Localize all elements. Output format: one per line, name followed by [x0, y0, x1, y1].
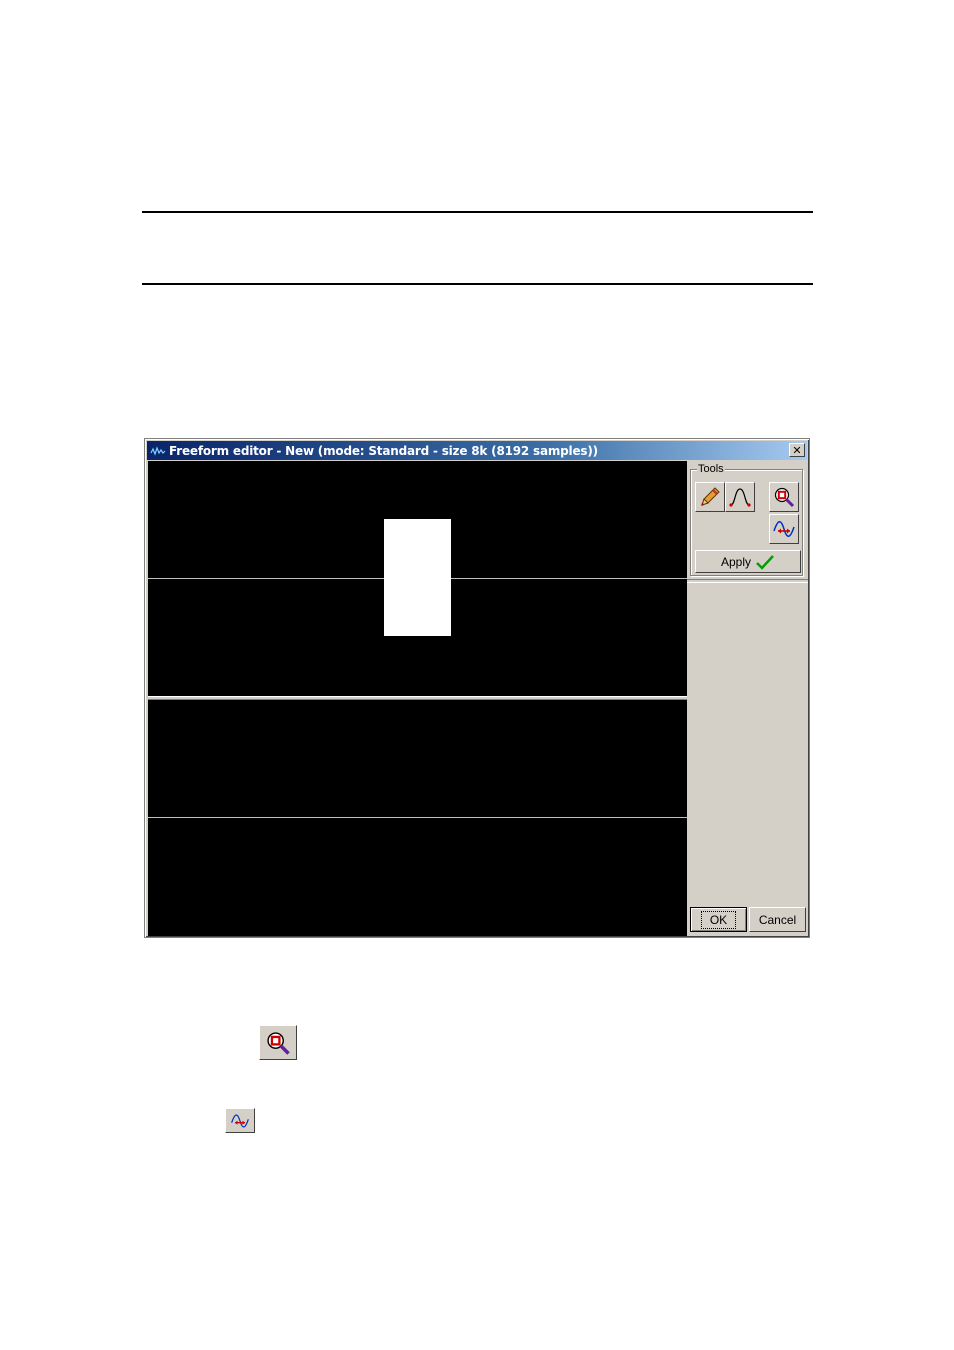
- cancel-button[interactable]: Cancel: [749, 907, 806, 932]
- zoom-icon: [774, 487, 795, 508]
- wave-shift-tool-button[interactable]: [769, 514, 799, 544]
- zoom-icon: [267, 1031, 290, 1055]
- wave-shift-icon: [773, 521, 795, 537]
- zoom-tool-button[interactable]: [769, 482, 799, 512]
- ok-label: OK: [700, 910, 737, 929]
- curve-tool-button[interactable]: [725, 482, 755, 512]
- tools-sidebar: Tools Apply OK Cancel: [687, 461, 808, 936]
- top-rule: [142, 211, 813, 213]
- apply-button[interactable]: Apply: [695, 550, 801, 573]
- cancel-label: Cancel: [758, 912, 797, 927]
- wave-shift-tool-illustration: [225, 1108, 255, 1133]
- pencil-tool-button[interactable]: [695, 482, 725, 512]
- waveform-pulse: [384, 519, 451, 636]
- sidebar-divider: [687, 579, 808, 583]
- freeform-editor-window: Freeform editor - New (mode: Standard - …: [144, 438, 810, 938]
- pencil-icon: [701, 487, 720, 506]
- bottom-rule: [142, 283, 813, 285]
- ok-button[interactable]: OK: [690, 907, 747, 932]
- checkmark-icon: [756, 554, 774, 570]
- waveform-plot-top[interactable]: [148, 461, 687, 696]
- window-title: Freeform editor - New (mode: Standard - …: [169, 443, 598, 458]
- tools-group-label: Tools: [697, 462, 725, 476]
- apply-label: Apply: [720, 554, 752, 569]
- waveform-icon: [150, 445, 166, 456]
- wave-shift-icon: [231, 1113, 249, 1128]
- tools-group: Tools Apply: [690, 462, 803, 576]
- curve-icon: [729, 488, 751, 507]
- zoom-tool-illustration: [259, 1025, 297, 1060]
- zero-line: [148, 817, 687, 818]
- close-icon: ✕: [792, 443, 802, 457]
- waveform-plot-bottom[interactable]: [148, 700, 687, 936]
- title-bar[interactable]: Freeform editor - New (mode: Standard - …: [147, 441, 807, 460]
- close-button[interactable]: ✕: [789, 443, 805, 457]
